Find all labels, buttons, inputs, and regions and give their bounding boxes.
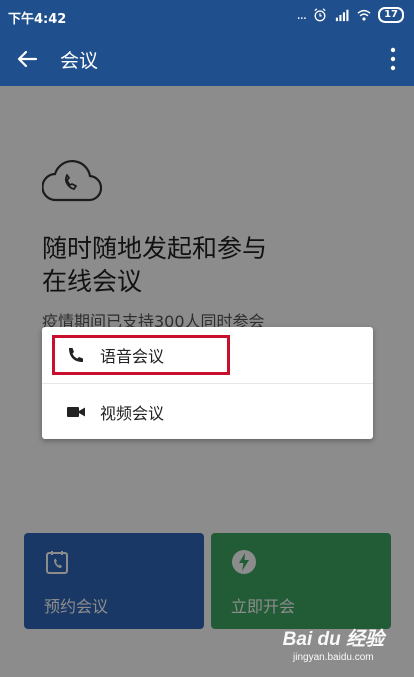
video-meeting-option[interactable]: 视频会议 xyxy=(42,383,373,439)
alarm-icon xyxy=(314,8,326,22)
more-vert-icon[interactable] xyxy=(390,46,396,72)
voice-meeting-option[interactable]: 语音会议 xyxy=(42,327,373,383)
video-camera-icon xyxy=(67,406,85,417)
video-meeting-label: 视频会议 xyxy=(100,403,165,423)
status-icons: ... 17 xyxy=(297,7,404,23)
status-bar: 下午4:42 ... 17 xyxy=(0,0,414,32)
notification-dots: ... xyxy=(296,7,307,23)
baidu-jingyan-watermark: Bai du 经验 jingyan.baidu.com xyxy=(283,624,384,663)
watermark-url: jingyan.baidu.com xyxy=(293,652,374,663)
watermark-logo: Bai du 经验 xyxy=(282,629,384,650)
meeting-type-dialog: 语音会议 视频会议 xyxy=(42,327,373,439)
app-bar: 会议 xyxy=(0,32,414,86)
arrow-left-icon[interactable] xyxy=(14,45,42,73)
status-time: 下午4:42 xyxy=(8,12,67,27)
signal-icon xyxy=(335,9,349,22)
battery-icon: 17 xyxy=(378,7,404,23)
page-title: 会议 xyxy=(60,50,99,72)
highlight-box xyxy=(52,335,230,375)
wifi-icon xyxy=(357,9,371,21)
